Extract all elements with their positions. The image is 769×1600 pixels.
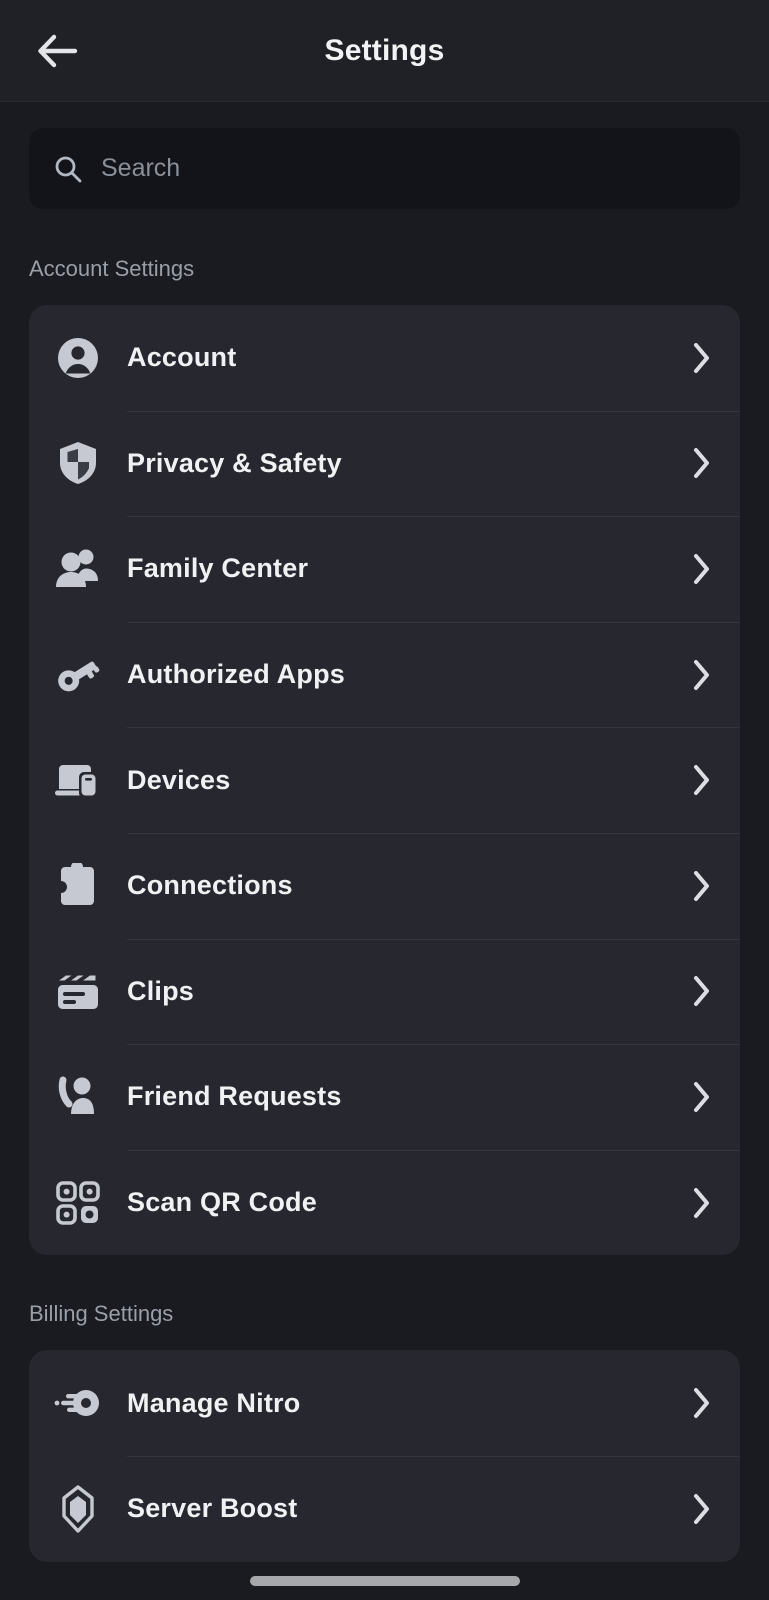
list-item-label: Devices <box>127 765 672 796</box>
chevron-right-icon <box>672 870 712 902</box>
list-item-devices[interactable]: Devices <box>29 727 740 833</box>
list-item-connections[interactable]: Connections <box>29 833 740 939</box>
list-item-privacy-safety[interactable]: Privacy & Safety <box>29 411 740 517</box>
list-item-label: Privacy & Safety <box>127 448 672 479</box>
list-item-label: Scan QR Code <box>127 1187 672 1218</box>
puzzle-piece-icon <box>29 833 127 939</box>
list-item-label: Authorized Apps <box>127 659 672 690</box>
list-item-scan-qr-code[interactable]: Scan QR Code <box>29 1150 740 1256</box>
server-boost-icon <box>29 1456 127 1562</box>
list-item-family-center[interactable]: Family Center <box>29 516 740 622</box>
home-indicator[interactable] <box>250 1576 520 1586</box>
chevron-right-icon <box>672 659 712 691</box>
chevron-right-icon <box>672 342 712 374</box>
page-title: Settings <box>0 34 769 68</box>
chevron-right-icon <box>672 1387 712 1419</box>
list-item-authorized-apps[interactable]: Authorized Apps <box>29 622 740 728</box>
search-container: Search <box>0 102 769 209</box>
list-item-account[interactable]: Account <box>29 305 740 411</box>
chevron-right-icon <box>672 1187 712 1219</box>
qr-code-icon <box>29 1150 127 1256</box>
chevron-right-icon <box>672 1081 712 1113</box>
list-item-server-boost[interactable]: Server Boost <box>29 1456 740 1562</box>
chevron-right-icon <box>672 447 712 479</box>
devices-icon <box>29 727 127 833</box>
chevron-right-icon <box>672 975 712 1007</box>
chevron-right-icon <box>672 764 712 796</box>
list-item-label: Server Boost <box>127 1493 672 1524</box>
list-item-clips[interactable]: Clips <box>29 939 740 1045</box>
section-label-billing: Billing Settings <box>0 1301 769 1327</box>
list-item-label: Friend Requests <box>127 1081 672 1112</box>
shield-icon <box>29 411 127 517</box>
account-settings-card: Account Privacy & Safety <box>29 305 740 1255</box>
list-item-friend-requests[interactable]: Friend Requests <box>29 1044 740 1150</box>
settings-screen: Settings Search Account Settings <box>0 0 769 1600</box>
chevron-right-icon <box>672 553 712 585</box>
arrow-left-icon <box>37 34 79 68</box>
list-item-manage-nitro[interactable]: Manage Nitro <box>29 1350 740 1456</box>
list-item-label: Account <box>127 342 672 373</box>
section-label-account: Account Settings <box>0 256 769 282</box>
person-circle-icon <box>29 305 127 411</box>
search-input[interactable]: Search <box>29 128 740 209</box>
waving-person-icon <box>29 1044 127 1150</box>
people-icon <box>29 516 127 622</box>
key-icon <box>29 622 127 728</box>
search-icon <box>51 152 85 186</box>
list-item-label: Connections <box>127 870 672 901</box>
list-item-label: Family Center <box>127 553 672 584</box>
search-placeholder: Search <box>101 154 180 183</box>
clapperboard-icon <box>29 939 127 1045</box>
nitro-rocket-icon <box>29 1350 127 1456</box>
billing-settings-card: Manage Nitro Server Boost <box>29 1350 740 1561</box>
list-item-label: Manage Nitro <box>127 1388 672 1419</box>
chevron-right-icon <box>672 1493 712 1525</box>
app-header: Settings <box>0 0 769 102</box>
back-button[interactable] <box>30 23 86 79</box>
list-item-label: Clips <box>127 976 672 1007</box>
